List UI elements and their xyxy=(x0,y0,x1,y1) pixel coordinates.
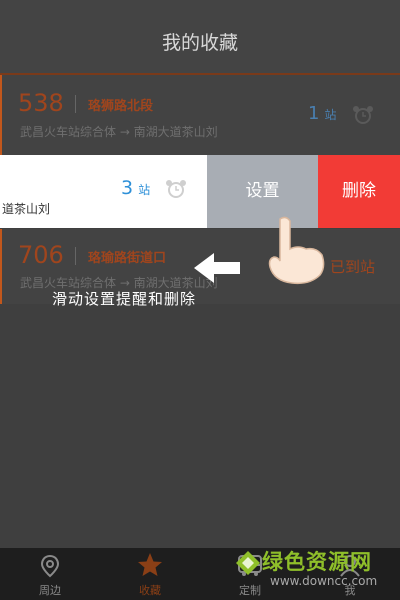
divider xyxy=(75,95,76,113)
favorite-card[interactable]: 538 珞狮路北段 武昌火车站综合体 → 南湖大道茶山刘 1 站 xyxy=(0,75,400,155)
arrival-status: 已到站 xyxy=(330,258,376,276)
header-bar: 我的收藏 xyxy=(0,0,400,75)
alarm-clock-icon[interactable] xyxy=(165,179,187,199)
stop-count-number: 1 xyxy=(308,103,320,124)
pointing-hand-icon xyxy=(268,216,325,285)
stop-name: 珞瑜路街道口 xyxy=(88,251,167,266)
page-title: 我的收藏 xyxy=(161,32,238,54)
route-path: 道茶山刘 xyxy=(2,202,51,216)
route-path: 武昌火车站综合体 → 南湖大道茶山刘 xyxy=(20,125,218,139)
stop-count: 3 站 xyxy=(121,177,150,199)
watermark-logo-icon xyxy=(236,551,260,575)
route-number: 706 xyxy=(18,241,64,269)
watermark-title: 绿色资源网 xyxy=(262,550,372,574)
favorite-card-content[interactable]: 道茶山刘 3 站 xyxy=(0,155,207,228)
delete-button[interactable]: 删除 xyxy=(318,155,400,228)
divider xyxy=(75,247,76,265)
tab-label: 收藏 xyxy=(139,584,161,597)
stop-name: 珞狮路北段 xyxy=(88,99,154,114)
route-number: 538 xyxy=(18,89,64,117)
location-pin-icon xyxy=(40,554,60,578)
watermark-url: www.downcc.com xyxy=(270,574,378,588)
tab-label: 周边 xyxy=(39,584,61,597)
swiped-favorite-row[interactable]: 道茶山刘 3 站 设置 删除 xyxy=(0,155,400,228)
card-accent-bar xyxy=(0,229,2,304)
stop-count-number: 3 xyxy=(121,177,134,199)
tab-favorites[interactable]: 收藏 xyxy=(100,548,200,600)
tab-nearby[interactable]: 周边 xyxy=(0,548,100,600)
alarm-clock-icon[interactable] xyxy=(352,105,374,125)
stop-count: 1 站 xyxy=(308,103,337,124)
card-accent-bar xyxy=(0,75,2,155)
stop-count-unit: 站 xyxy=(138,183,151,197)
star-icon xyxy=(138,553,162,576)
swipe-hint-text: 滑动设置提醒和删除 xyxy=(52,290,197,308)
stop-count-unit: 站 xyxy=(324,108,337,122)
left-arrow-icon xyxy=(194,253,240,283)
